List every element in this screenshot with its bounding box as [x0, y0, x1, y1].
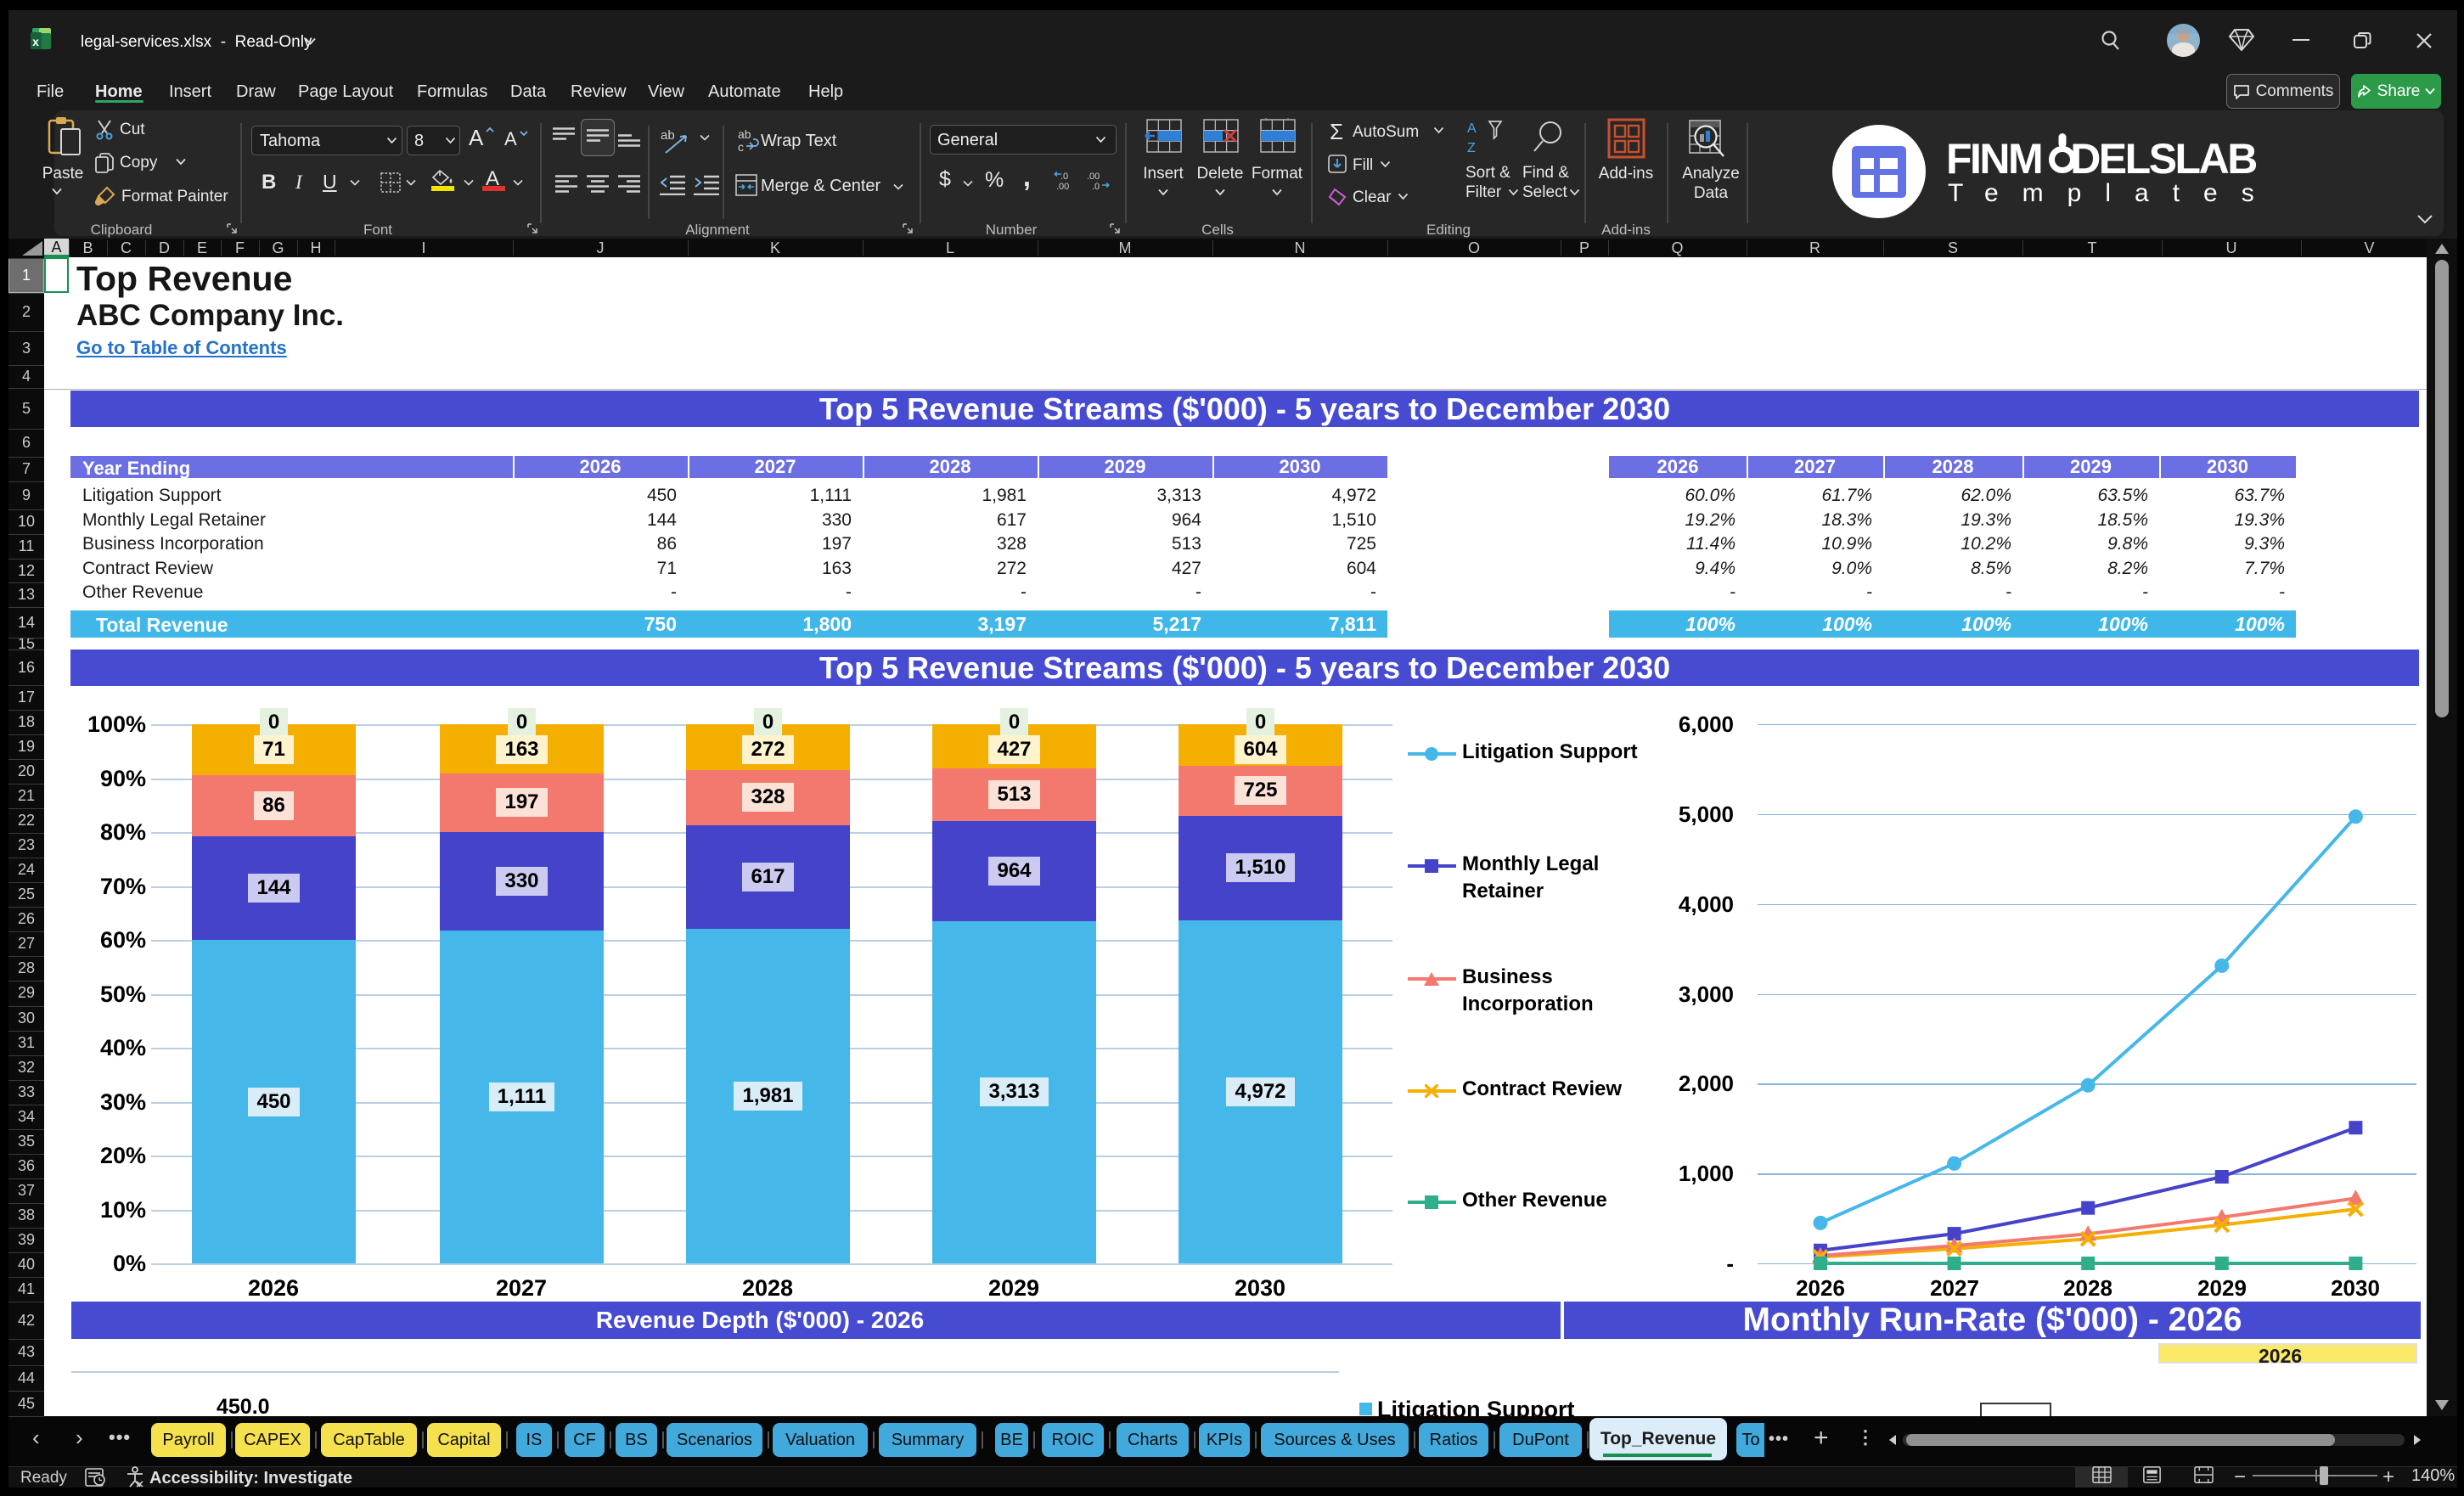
svg-text:ab: ab	[661, 128, 675, 143]
svg-text:Z: Z	[1467, 141, 1476, 155]
svg-text:.0: .0	[1092, 182, 1100, 192]
svg-text:c: c	[738, 140, 744, 153]
svg-text:.0: .0	[1060, 172, 1068, 182]
svg-text:A: A	[1467, 121, 1477, 136]
svg-text:ab: ab	[738, 127, 751, 141]
svg-text:x: x	[32, 35, 39, 48]
svg-text:.00: .00	[1056, 182, 1069, 192]
svg-text:.00: .00	[1087, 172, 1100, 182]
